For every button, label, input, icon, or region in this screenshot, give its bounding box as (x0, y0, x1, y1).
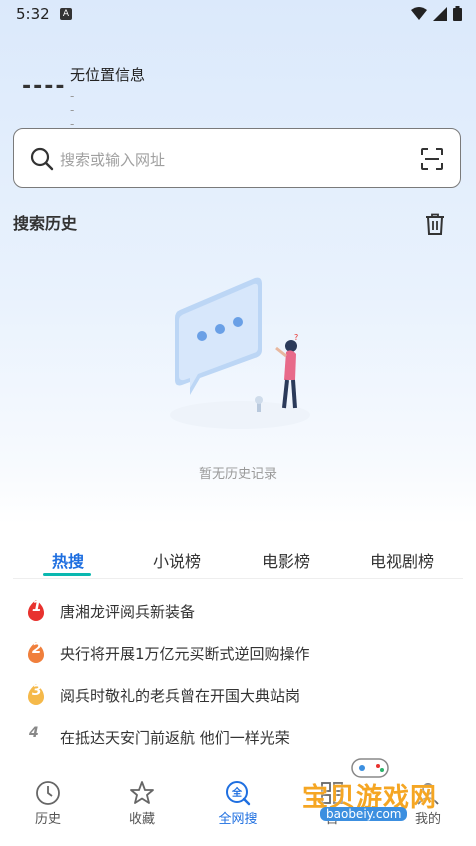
search-box[interactable]: 搜索或输入网址 (13, 128, 461, 188)
wifi-icon (411, 6, 427, 20)
search-input[interactable]: 搜索或输入网址 (60, 149, 165, 170)
empty-history-illustration: ? (170, 277, 310, 429)
svg-text:?: ? (294, 333, 298, 342)
nav-global-search[interactable]: 全 全网搜 (198, 780, 278, 827)
scan-icon[interactable] (420, 147, 444, 171)
location-title: 无位置信息 (70, 66, 146, 84)
clock-icon (36, 781, 60, 805)
list-item[interactable]: 4 在抵达天安门前返航 他们一样光荣 (24, 722, 464, 752)
global-search-icon: 全 (226, 781, 251, 806)
rank-number: 4 (29, 725, 39, 741)
signal-icon (433, 6, 447, 21)
status-notification-badge: A (60, 8, 72, 20)
hot-item-text: 唐湘龙评阅兵新装备 (60, 603, 196, 621)
rank-number: 3 (32, 683, 42, 699)
rank-number: 1 (32, 599, 42, 615)
list-item[interactable]: 2 央行将开展1万亿元买断式逆回购操作 (24, 638, 464, 668)
hot-item-text: 央行将开展1万亿元买断式逆回购操作 (60, 645, 310, 663)
tab-movie-rank[interactable]: 电影榜 (262, 548, 310, 572)
status-icons (411, 6, 462, 21)
tab-novel-rank[interactable]: 小说榜 (153, 548, 201, 572)
status-bar: 5:32 A (0, 0, 476, 28)
tab-tv-rank[interactable]: 电视剧榜 (370, 548, 434, 572)
nav-label: 全网搜 (218, 812, 258, 827)
trash-icon[interactable] (425, 213, 445, 235)
hot-item-text: 在抵达天安门前返航 他们一样光荣 (60, 729, 290, 747)
tab-active-indicator (43, 573, 91, 576)
history-title: 搜索历史 (13, 214, 78, 233)
nav-favorites[interactable]: 收藏 (102, 780, 182, 827)
search-icon (30, 147, 54, 171)
watermark: 宝贝游戏网 baobeiy.com (298, 755, 448, 825)
status-time: 5:32 (16, 5, 50, 23)
star-icon (130, 781, 154, 804)
svg-text:全: 全 (231, 786, 243, 799)
watermark-url: baobeiy.com (320, 807, 408, 821)
temperature-value: ---- (22, 74, 67, 99)
nav-label: 历史 (34, 812, 61, 827)
nav-label: 收藏 (128, 812, 155, 827)
hot-item-text: 阅兵时敬礼的老兵曾在开国大典站岗 (60, 687, 301, 705)
nav-history[interactable]: 历史 (8, 780, 88, 827)
empty-history-text: 暂无历史记录 (198, 467, 277, 482)
gamepad-icon (351, 758, 389, 778)
list-item[interactable]: 3 阅兵时敬礼的老兵曾在开国大典站岗 (24, 680, 464, 710)
list-item[interactable]: 1 唐湘龙评阅兵新装备 (24, 596, 464, 626)
battery-icon (453, 6, 462, 21)
tab-hot-search[interactable]: 热搜 (52, 548, 84, 572)
rank-number: 2 (32, 641, 42, 657)
hot-tabs: 热搜 小说榜 电影榜 电视剧榜 (13, 540, 463, 579)
